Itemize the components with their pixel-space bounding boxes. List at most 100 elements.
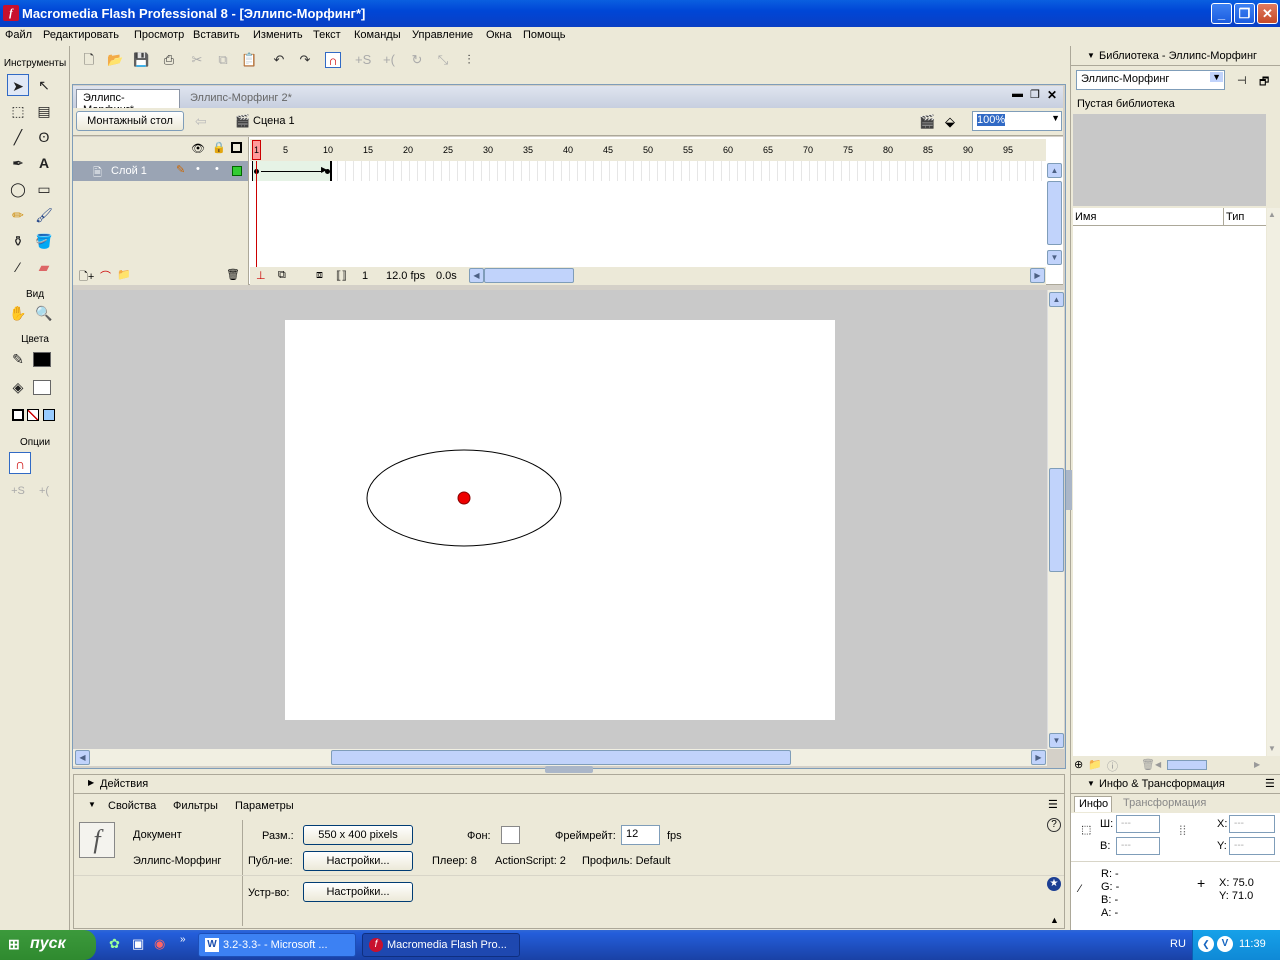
tab-parameters[interactable]: Параметры xyxy=(235,800,294,812)
library-dropdown-icon[interactable]: ▼ xyxy=(1210,72,1223,82)
info-options-icon[interactable]: ☰ xyxy=(1265,777,1275,790)
layer-outline-color[interactable] xyxy=(232,166,242,176)
registration-grid-icon[interactable]: ⁞⁞ xyxy=(1179,823,1186,838)
help-icon[interactable]: ? xyxy=(1047,818,1061,832)
task-flash[interactable]: f Macromedia Flash Pro... xyxy=(362,933,520,957)
black-white-icon[interactable] xyxy=(12,409,24,421)
save-icon[interactable]: 💾 xyxy=(133,52,149,68)
eye-icon[interactable]: 👁 xyxy=(191,142,205,155)
expand-arrow-icon[interactable]: ▶ xyxy=(88,778,94,787)
height-field[interactable]: --- xyxy=(1116,837,1160,855)
back-arrow-icon[interactable]: ⇦ xyxy=(195,113,207,130)
onion-skin-icon[interactable]: ⧉ xyxy=(278,269,286,282)
tl-scroll-down[interactable]: ▼ xyxy=(1047,250,1062,265)
fill-color-swatch[interactable] xyxy=(33,380,51,395)
x-field[interactable]: --- xyxy=(1229,815,1275,833)
tray-v-icon[interactable]: V xyxy=(1217,936,1233,952)
lasso-tool-icon[interactable]: ʘ xyxy=(33,126,55,148)
actions-panel-header[interactable]: ▶ Действия xyxy=(74,775,1064,794)
new-file-icon[interactable]: 🗋 xyxy=(81,52,97,68)
subselection-tool-icon[interactable]: ↖ xyxy=(33,74,55,96)
text-tool-icon[interactable]: A xyxy=(33,152,55,174)
stage-scroll-up[interactable]: ▲ xyxy=(1049,292,1064,307)
smooth-icon[interactable]: +S xyxy=(355,52,371,68)
start-button[interactable]: ⊞ пуск xyxy=(0,930,96,960)
tab-filters[interactable]: Фильтры xyxy=(173,800,218,812)
menu-window[interactable]: Окна xyxy=(486,29,512,41)
gradient-transform-icon[interactable]: ▤ xyxy=(33,100,55,122)
pin-library-icon[interactable]: ⊣ xyxy=(1237,74,1247,87)
stage-hscroll-thumb[interactable] xyxy=(331,750,791,765)
brush-tool-icon[interactable]: 🖌 xyxy=(33,204,55,226)
selection-tool-icon[interactable]: ➤ xyxy=(7,74,29,96)
menu-text[interactable]: Текст xyxy=(313,29,341,41)
layer-lock-dot[interactable]: • xyxy=(215,163,219,175)
free-transform-icon[interactable]: ⬚ xyxy=(7,100,29,122)
panel-collapse-handle[interactable] xyxy=(545,766,593,773)
lib-scroll-down[interactable]: ▼ xyxy=(1268,744,1276,753)
redo-icon[interactable]: ↷ xyxy=(297,52,313,68)
frame-grid[interactable]: ▶ xyxy=(250,161,1046,181)
snap-magnet-icon[interactable]: ∩ xyxy=(325,52,341,68)
scale-icon[interactable]: ⤡ xyxy=(435,52,451,68)
add-guide-layer-icon[interactable]: ⌒ xyxy=(100,268,111,284)
scene-name[interactable]: Сцена 1 xyxy=(253,115,295,127)
menu-commands[interactable]: Команды xyxy=(354,29,401,41)
stage[interactable] xyxy=(285,320,835,720)
doc-restore-icon[interactable]: ❐ xyxy=(1030,88,1040,101)
quicklaunch-icon-2[interactable]: ▣ xyxy=(132,936,144,952)
menu-edit[interactable]: Редактировать xyxy=(43,29,119,41)
menu-view[interactable]: Просмотр xyxy=(134,29,184,41)
task-word[interactable]: W 3.2-3.3- - Microsoft ... xyxy=(198,933,356,957)
line-tool-icon[interactable]: ╱ xyxy=(7,126,29,148)
snap-magnet-option-icon[interactable]: ∩ xyxy=(9,452,31,474)
edit-scene-icon[interactable]: 🎬 xyxy=(919,114,935,130)
tab-info[interactable]: Инфо xyxy=(1074,796,1112,812)
undo-icon[interactable]: ↶ xyxy=(271,52,287,68)
align-icon[interactable]: ⫶ xyxy=(461,52,477,68)
info-header[interactable]: ▼ Инфо & Трансформация ☰ xyxy=(1071,774,1280,794)
fps-input[interactable]: 12 xyxy=(621,825,660,845)
menu-help[interactable]: Помощь xyxy=(523,29,566,41)
lib-hscroll-right[interactable]: ▶ xyxy=(1254,760,1260,769)
menu-file[interactable]: Файл xyxy=(5,29,32,41)
paste-icon[interactable]: 📋 xyxy=(241,52,257,68)
tab-transform[interactable]: Трансформация xyxy=(1123,797,1206,809)
add-folder-icon[interactable]: 📁 xyxy=(117,268,131,281)
stage-vscroll[interactable]: ▲ ▼ xyxy=(1047,290,1064,749)
delete-layer-icon[interactable]: 🗑 xyxy=(226,268,240,281)
tray-expand-icon[interactable]: ❮ xyxy=(1198,936,1214,952)
tab-ellipse-morphing[interactable]: Эллипс-Морфинг* xyxy=(76,89,180,116)
shape-tween-span[interactable]: ▶ xyxy=(252,161,332,181)
straighten-option-icon[interactable]: +( xyxy=(33,480,55,502)
col-name[interactable]: Имя xyxy=(1075,211,1096,223)
no-color-icon[interactable] xyxy=(27,409,39,421)
tab-properties[interactable]: Свойства xyxy=(108,800,156,812)
collapse-panel-icon[interactable]: ▲ xyxy=(1050,915,1059,925)
stage-vscroll-thumb[interactable] xyxy=(1049,468,1064,572)
new-folder-icon[interactable]: 📁 xyxy=(1088,758,1102,771)
oval-tool-icon[interactable]: ◯ xyxy=(7,178,29,200)
device-settings-button[interactable]: Настройки... xyxy=(303,882,413,902)
library-select[interactable]: Эллипс-Морфинг ▼ xyxy=(1076,70,1225,90)
copy-icon[interactable]: ⧉ xyxy=(215,52,231,68)
cut-icon[interactable]: ✂ xyxy=(189,52,205,68)
eyedropper-icon[interactable]: ⁄ xyxy=(7,256,29,278)
maximize-button[interactable]: ❐ xyxy=(1234,3,1255,24)
col-type[interactable]: Тип xyxy=(1226,211,1244,223)
timeline-vscroll[interactable]: ▲ ▼ xyxy=(1047,161,1063,267)
publish-settings-button[interactable]: Настройки... xyxy=(303,851,413,871)
y-field[interactable]: --- xyxy=(1229,837,1275,855)
menu-modify[interactable]: Изменить xyxy=(253,29,303,41)
language-indicator[interactable]: RU xyxy=(1170,938,1186,950)
quicklaunch-icon-3[interactable]: ◉ xyxy=(154,936,165,952)
info-collapse-icon[interactable]: ▼ xyxy=(1087,779,1095,788)
size-button[interactable]: 550 x 400 pixels xyxy=(303,825,413,845)
straighten-icon[interactable]: +( xyxy=(381,52,397,68)
edit-symbol-icon[interactable]: ⬙ xyxy=(945,114,955,130)
tl-hscroll-right[interactable]: ▶ xyxy=(1030,268,1045,283)
outline-icon[interactable] xyxy=(231,142,242,153)
tab-ellipse-morphing-2[interactable]: Эллипс-Морфинг 2* xyxy=(186,91,296,108)
tl-hscroll-left[interactable]: ◀ xyxy=(469,268,484,283)
lock-icon[interactable]: 🔒 xyxy=(212,141,226,154)
